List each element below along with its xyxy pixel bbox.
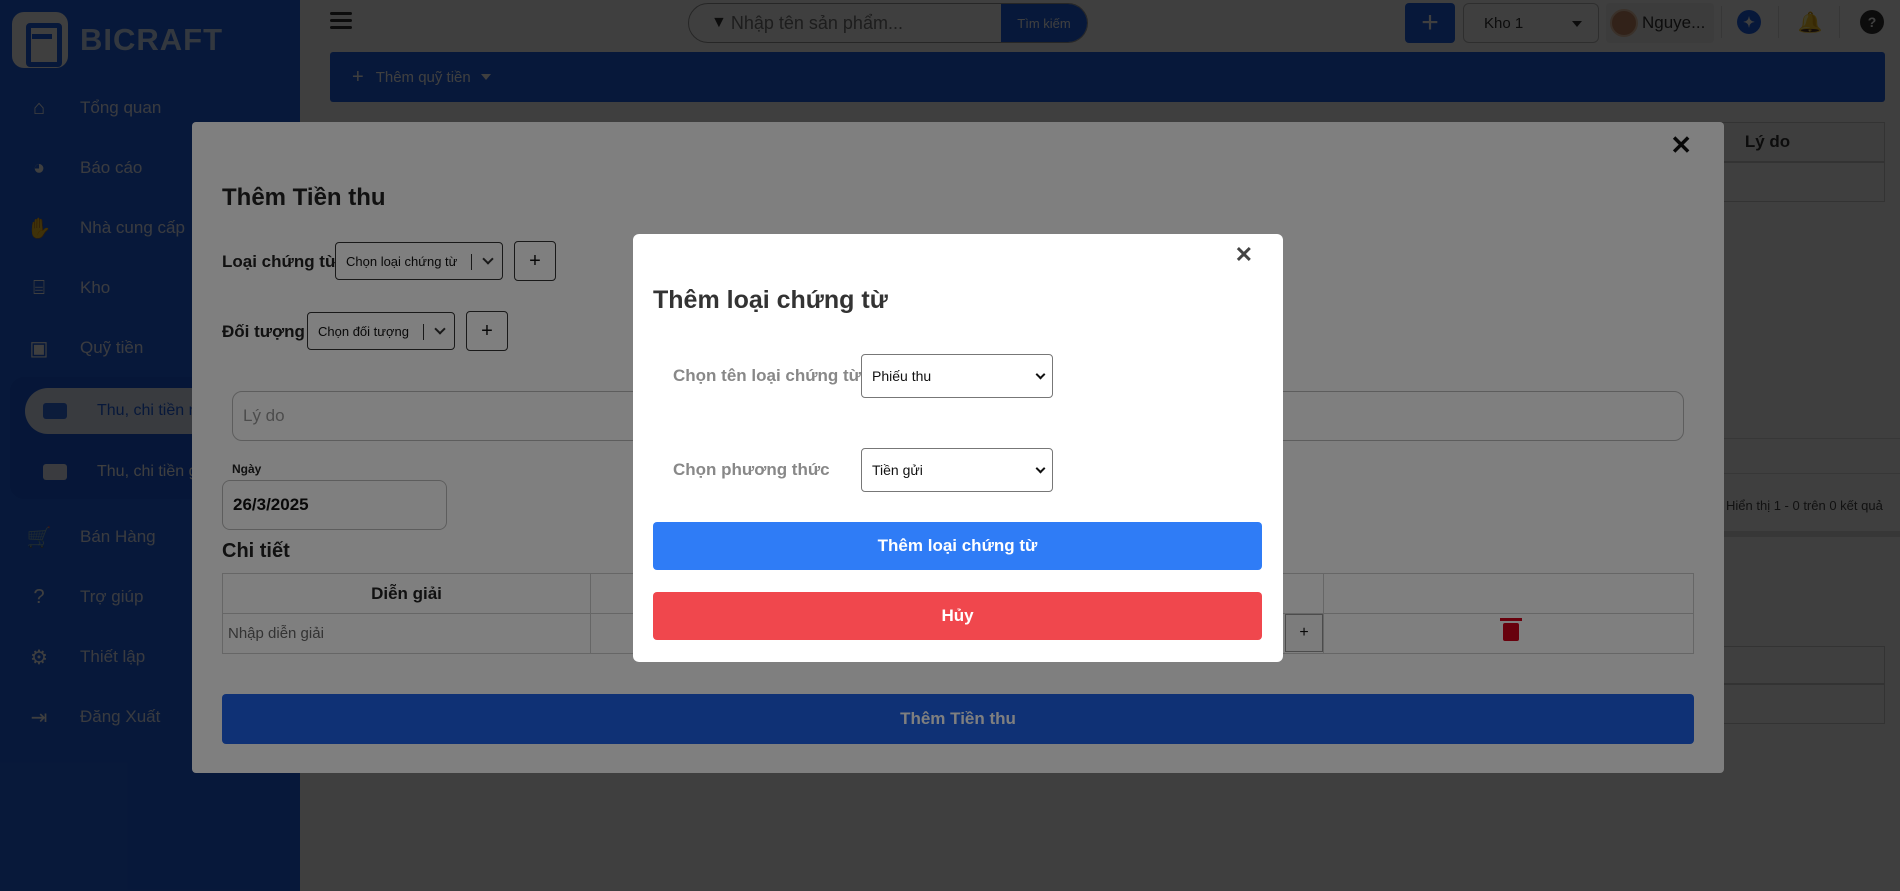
add-doc-type-button[interactable]: Thêm loại chứng từ xyxy=(653,522,1262,570)
method-select[interactable]: Tiền gửi xyxy=(861,448,1053,492)
doc-name-select[interactable]: Phiếu thu xyxy=(861,354,1053,398)
modal-title: Thêm loại chứng từ xyxy=(653,286,888,314)
doc-name-label: Chọn tên loại chứng từ xyxy=(673,366,861,385)
cancel-button[interactable]: Hủy xyxy=(653,592,1262,640)
chevron-down-icon xyxy=(1035,463,1046,474)
chevron-down-icon xyxy=(1035,369,1046,380)
method-select-value: Tiền gửi xyxy=(872,462,923,478)
doc-name-select-value: Phiếu thu xyxy=(872,368,932,384)
close-icon[interactable]: ✕ xyxy=(1235,242,1253,268)
method-label: Chọn phương thức xyxy=(673,460,830,479)
add-doc-type-modal: ✕ Thêm loại chứng từ Chọn tên loại chứng… xyxy=(633,234,1283,662)
